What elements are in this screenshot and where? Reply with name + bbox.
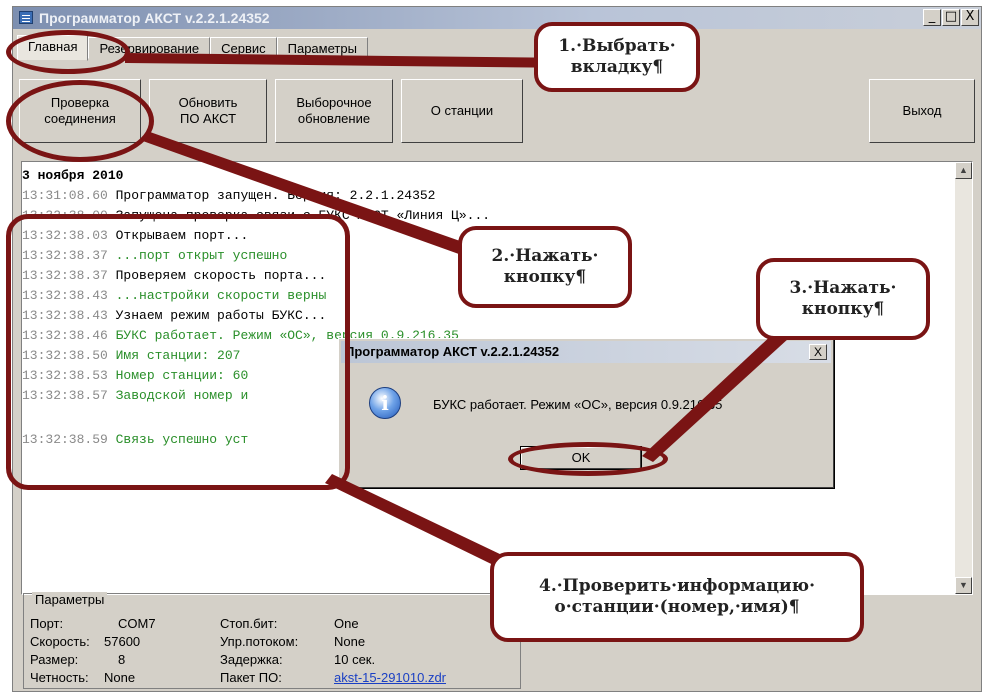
window-title: Программатор АКСТ v.2.2.1.24352 <box>39 10 270 26</box>
dialog-title-bar[interactable]: Программатор АКСТ v.2.2.1.24352 X <box>341 341 831 363</box>
maximize-button[interactable]: □ <box>942 9 960 26</box>
callout-step2: 2.·Нажать· кнопку¶ <box>458 226 632 308</box>
parameters-legend: Параметры <box>32 592 108 607</box>
delay-value: 10 сек. <box>334 652 376 667</box>
callout-step4: 4.·Проверить·информацию· о·станции·(номе… <box>490 552 864 642</box>
delay-label: Задержка: <box>220 652 283 667</box>
title-bar[interactable]: Программатор АКСТ v.2.2.1.24352 _ □ X <box>13 7 981 29</box>
log-scrollbar[interactable]: ▲ ▼ <box>955 162 972 594</box>
stopbit-value: One <box>334 616 359 631</box>
tab-parameters[interactable]: Параметры <box>276 37 368 59</box>
size-label: Размер: <box>30 652 79 667</box>
packet-label: Пакет ПО: <box>220 670 282 685</box>
parameters-group: Параметры Порт: COM7 Скорость: 57600 Раз… <box>23 592 521 689</box>
dialog-message: БУКС работает. Режим «ОС», версия 0.9.21… <box>433 397 723 412</box>
port-label: Порт: <box>30 616 64 631</box>
highlight-check-button-ring <box>6 80 154 162</box>
flow-value: None <box>334 634 366 649</box>
callout-step1: 1.·Выбрать· вкладку¶ <box>534 22 700 92</box>
close-button[interactable]: X <box>961 9 979 26</box>
log-date: 3 ноября 2010 <box>22 168 124 183</box>
parity-value: None <box>104 670 136 685</box>
callout-step3: 3.·Нажать· кнопку¶ <box>756 258 930 340</box>
exit-button[interactable]: Выход <box>869 79 975 143</box>
highlight-tab-ring <box>6 30 130 74</box>
highlight-ok-ring <box>508 442 668 476</box>
app-icon <box>19 11 33 24</box>
log-line: 13:31:08.60 Программатор запущен. Версия… <box>22 188 436 203</box>
info-icon: i <box>369 387 401 419</box>
minimize-button[interactable]: _ <box>923 9 941 26</box>
flow-label: Упр.потоком: <box>220 634 299 649</box>
speed-value: 57600 <box>104 634 141 649</box>
highlight-log-ring <box>6 214 350 490</box>
size-value: 8 <box>118 652 126 667</box>
scroll-down-icon[interactable]: ▼ <box>955 577 972 594</box>
port-value: COM7 <box>118 616 156 631</box>
speed-label: Скорость: <box>30 634 90 649</box>
about-station-button[interactable]: О станции <box>401 79 523 143</box>
update-akst-button[interactable]: Обновить ПО АКСТ <box>149 79 267 143</box>
toolbar: Проверка соединения Обновить ПО АКСТ Выб… <box>13 73 981 157</box>
dialog-close-icon[interactable]: X <box>809 344 827 360</box>
dialog-title: Программатор АКСТ v.2.2.1.24352 <box>345 344 560 359</box>
selective-update-button[interactable]: Выборочное обновление <box>275 79 393 143</box>
tab-service[interactable]: Сервис <box>210 37 277 59</box>
stopbit-label: Стоп.бит: <box>220 616 278 631</box>
packet-link[interactable]: akst-15-291010.zdr <box>334 670 446 685</box>
scroll-up-icon[interactable]: ▲ <box>955 162 972 179</box>
parity-label: Четность: <box>30 670 89 685</box>
